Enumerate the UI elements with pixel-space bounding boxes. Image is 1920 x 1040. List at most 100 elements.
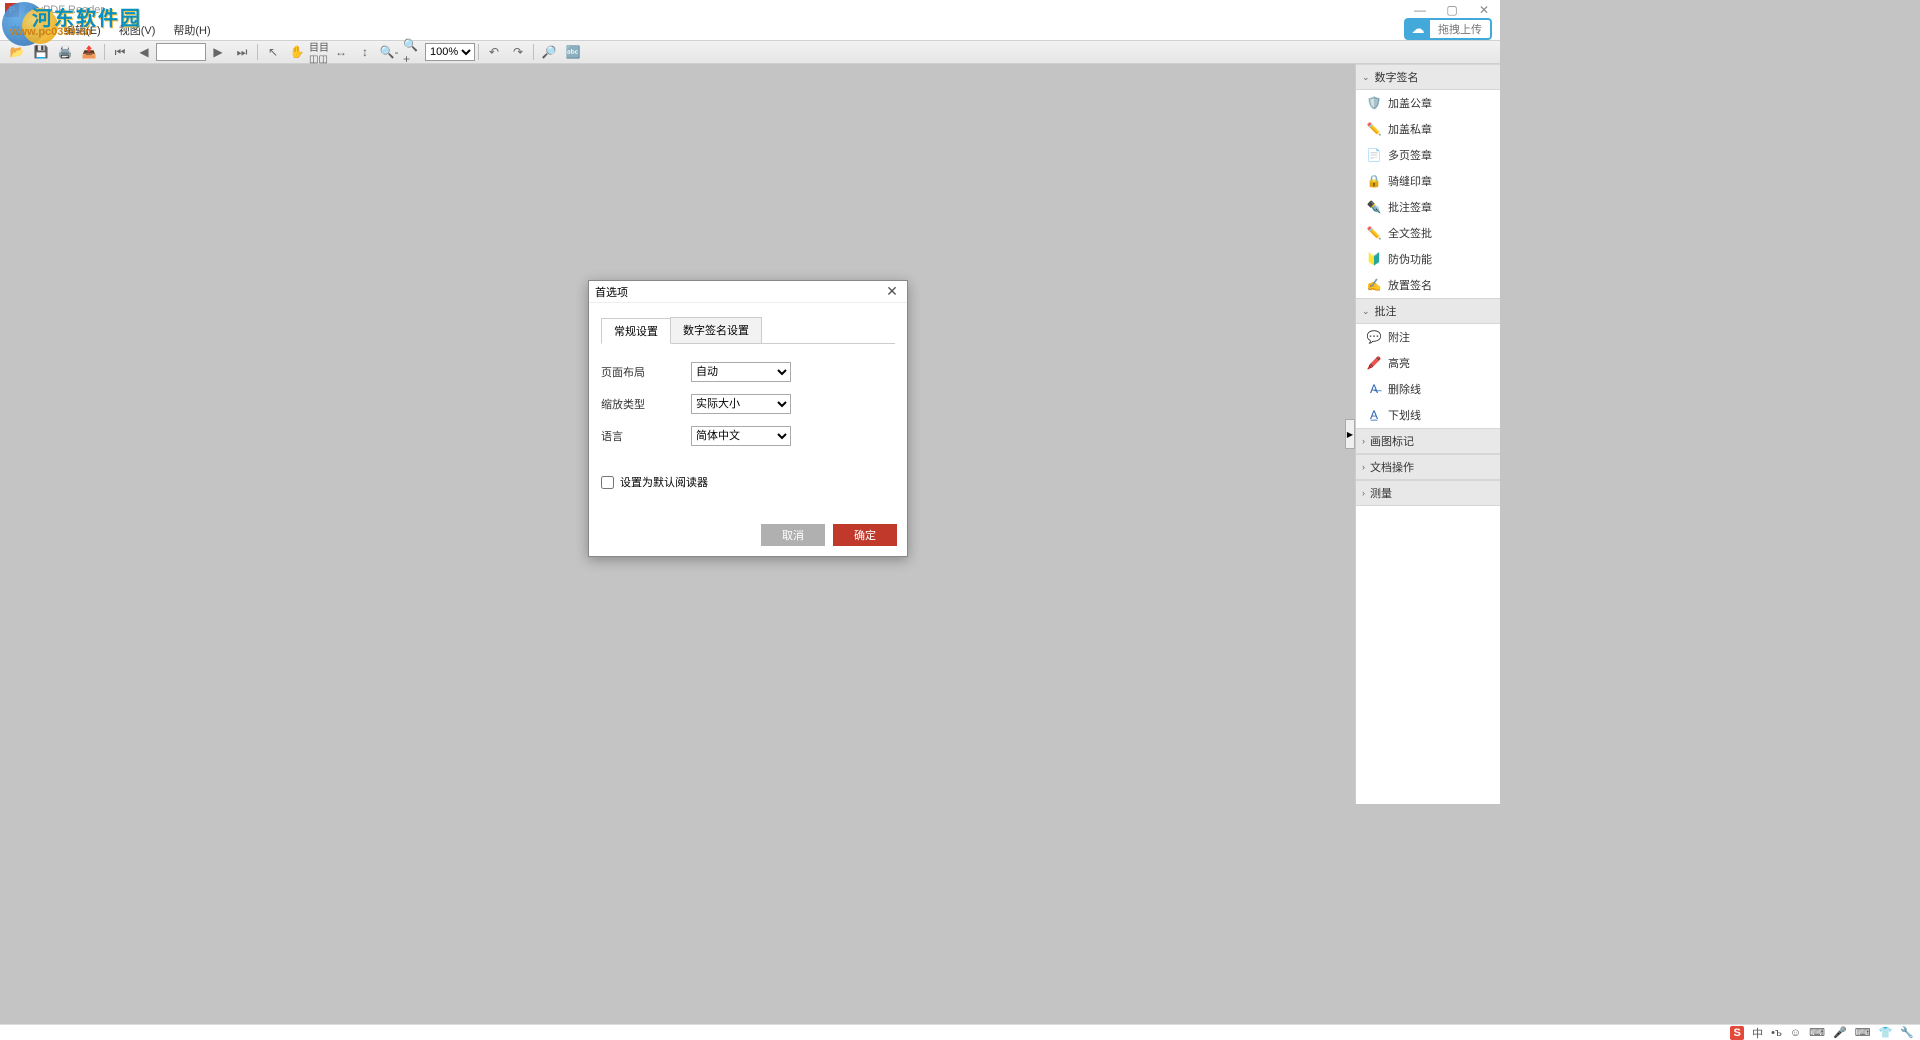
first-page-button[interactable]: ⏮: [110, 42, 130, 62]
panel-item[interactable]: 🔰防伪功能: [1356, 246, 1500, 272]
prev-page-button[interactable]: ◀: [134, 42, 154, 62]
tab-signature[interactable]: 数字签名设置: [670, 317, 762, 343]
menu-file[interactable]: 文件(F): [10, 22, 46, 38]
panel-item-icon: ✒️: [1366, 199, 1382, 215]
menu-help[interactable]: 帮助(H): [173, 22, 210, 38]
close-window-button[interactable]: ✕: [1468, 3, 1500, 17]
panel-item-icon: A̲: [1366, 407, 1382, 423]
dialog-close-button[interactable]: ✕: [883, 283, 901, 300]
search-button[interactable]: 🔎: [539, 42, 559, 62]
fit-height-button[interactable]: ↕: [355, 42, 375, 62]
status-item[interactable]: ⌨: [1809, 1026, 1825, 1039]
language-select[interactable]: 简体中文: [691, 426, 791, 446]
panel-item[interactable]: ✍️放置签名: [1356, 272, 1500, 298]
export-button[interactable]: 📤: [79, 42, 99, 62]
minimize-button[interactable]: —: [1404, 3, 1436, 17]
cloud-icon: ☁: [1406, 20, 1430, 38]
zoom-select[interactable]: 100%: [425, 43, 475, 61]
menu-view[interactable]: 视图(V): [119, 22, 156, 38]
cancel-button[interactable]: 取消: [761, 524, 825, 546]
save-button[interactable]: 💾: [31, 42, 51, 62]
panel-item[interactable]: A̶ 删除线: [1356, 376, 1500, 402]
panel-item[interactable]: ✒️ 批注签章: [1356, 194, 1500, 220]
status-item[interactable]: •ъ: [1771, 1027, 1782, 1039]
panel-item[interactable]: ✏️ 加盖私章: [1356, 116, 1500, 142]
preferences-dialog: 首选项 ✕ 常规设置 数字签名设置 页面布局 自动 缩放类型 实际大小 语言 简…: [588, 280, 908, 557]
drag-upload-button[interactable]: ☁ 拖拽上传: [1404, 18, 1492, 40]
panel-header[interactable]: ⌄批注: [1356, 298, 1500, 324]
toolbar: 📂 💾 🖨️ 📤 ⏮ ◀ ▶ ⏭ ↖ ✋ 目目◫◫ ↔ ↕ 🔍- 🔍+ 100%…: [0, 40, 1500, 64]
menu-edit[interactable]: 编辑(E): [64, 22, 101, 38]
panel-item-icon: 💬: [1366, 329, 1382, 345]
last-page-button[interactable]: ⏭: [232, 42, 252, 62]
page-input[interactable]: [156, 43, 206, 61]
maximize-button[interactable]: ▢: [1436, 3, 1468, 17]
panel-header[interactable]: ›画图标记: [1356, 428, 1500, 454]
language-label: 语言: [601, 428, 691, 444]
status-bar: S 中 •ъ ☺ ⌨ 🎤 ⌨ 👕 🔧: [0, 1024, 1920, 1040]
panel-item-label: 批注签章: [1388, 199, 1432, 215]
hand-tool[interactable]: ✋: [287, 42, 307, 62]
collapse-right-panel[interactable]: ▶: [1345, 419, 1355, 449]
panel-header[interactable]: ›测量: [1356, 480, 1500, 506]
text-select-button[interactable]: 🔤: [563, 42, 583, 62]
right-panel: ⌄数字签名 🛡️ 加盖公章 ✏️ 加盖私章 📄 多页签章 🔒骑缝印章 ✒️ 批注签章 ✏️ 全文签批 🔰…: [1355, 64, 1500, 804]
panel-item-label: 删除线: [1388, 381, 1421, 397]
panel-item-icon: ✏️: [1366, 225, 1382, 241]
panel-item-label: 加盖公章: [1388, 95, 1432, 111]
app-icon: P: [5, 3, 19, 17]
panel-header-label: 批注: [1375, 303, 1397, 319]
panel-item-icon: A̶: [1366, 381, 1382, 397]
rotate-right-button[interactable]: ↷: [508, 42, 528, 62]
panel-item[interactable]: 💬附注: [1356, 324, 1500, 350]
zoomtype-select[interactable]: 实际大小: [691, 394, 791, 414]
panel-item-label: 多页签章: [1388, 147, 1432, 163]
status-item[interactable]: ☺: [1790, 1027, 1801, 1039]
status-item[interactable]: 中: [1752, 1025, 1763, 1040]
tab-general[interactable]: 常规设置: [601, 318, 671, 344]
panel-header-label: 测量: [1370, 485, 1392, 501]
pointer-tool[interactable]: ↖: [263, 42, 283, 62]
zoomtype-label: 缩放类型: [601, 396, 691, 412]
open-button[interactable]: 📂: [7, 42, 27, 62]
status-item[interactable]: 🔧: [1900, 1026, 1914, 1039]
rotate-left-button[interactable]: ↶: [484, 42, 504, 62]
ime-icon[interactable]: S: [1730, 1026, 1744, 1040]
app-title: AnyPDF Reader: [24, 4, 104, 16]
default-reader-checkbox[interactable]: [601, 476, 614, 489]
ok-button[interactable]: 确定: [833, 524, 897, 546]
panel-item[interactable]: 📄 多页签章: [1356, 142, 1500, 168]
panel-item[interactable]: ✏️ 全文签批: [1356, 220, 1500, 246]
next-page-button[interactable]: ▶: [208, 42, 228, 62]
dialog-title: 首选项: [595, 284, 628, 300]
panel-item-label: 全文签批: [1388, 225, 1432, 241]
panel-item-icon: 🖍️: [1366, 355, 1382, 371]
panel-item[interactable]: A̲下划线: [1356, 402, 1500, 428]
panel-item-label: 高亮: [1388, 355, 1410, 371]
status-item[interactable]: 👕: [1879, 1026, 1893, 1039]
panel-item-icon: 🛡️: [1366, 95, 1382, 111]
panel-item-icon: 📄: [1366, 147, 1382, 163]
print-button[interactable]: 🖨️: [55, 42, 75, 62]
panel-header-label: 数字签名: [1375, 69, 1419, 85]
panel-header-label: 文档操作: [1370, 459, 1414, 475]
status-item[interactable]: 🎤: [1833, 1026, 1847, 1039]
panel-item-icon: 🔰: [1366, 251, 1382, 267]
zoom-out-button[interactable]: 🔍-: [379, 42, 399, 62]
options-button[interactable]: 目目◫◫: [309, 42, 329, 62]
panel-item-label: 放置签名: [1388, 277, 1432, 293]
panel-item[interactable]: 🖍️ 高亮: [1356, 350, 1500, 376]
status-item[interactable]: ⌨: [1855, 1026, 1871, 1039]
title-bar: P AnyPDF Reader — ▢ ✕: [0, 0, 1500, 20]
panel-item-label: 加盖私章: [1388, 121, 1432, 137]
panel-item[interactable]: 🛡️ 加盖公章: [1356, 90, 1500, 116]
layout-select[interactable]: 自动: [691, 362, 791, 382]
panel-header[interactable]: ›文档操作: [1356, 454, 1500, 480]
panel-header-label: 画图标记: [1370, 433, 1414, 449]
panel-header[interactable]: ⌄数字签名: [1356, 64, 1500, 90]
panel-item[interactable]: 🔒骑缝印章: [1356, 168, 1500, 194]
panel-item-icon: ✏️: [1366, 121, 1382, 137]
default-reader-label: 设置为默认阅读器: [620, 474, 708, 490]
zoom-in-button[interactable]: 🔍+: [403, 42, 423, 62]
fit-width-button[interactable]: ↔: [331, 42, 351, 62]
